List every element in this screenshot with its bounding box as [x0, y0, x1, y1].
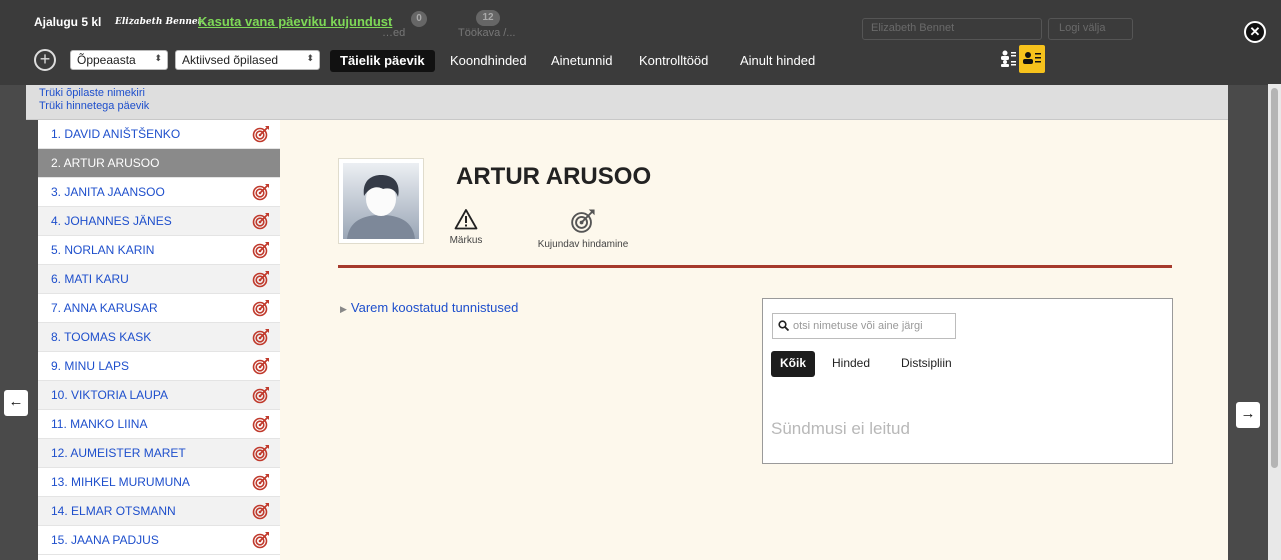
formative-assessment-button[interactable]: Kujundav hindamine	[521, 208, 645, 250]
target-dart-icon[interactable]	[252, 183, 270, 201]
events-panel: otsi nimetuse või aine järgi Kõik Hinded…	[762, 298, 1173, 464]
target-dart-icon[interactable]	[252, 444, 270, 462]
print-links-bar: Trüki õpilaste nimekiri Trüki hinnetega …	[26, 85, 1228, 120]
note-button[interactable]: Märkus	[441, 208, 491, 246]
arrow-right-icon[interactable]: →	[1236, 402, 1260, 428]
student-name: 12. AUMEISTER MARET	[51, 446, 186, 460]
old-layout-link[interactable]: Kasuta vana päeviku kujundust	[198, 14, 392, 29]
school-year-select[interactable]: Õppeaasta ⬍	[70, 50, 168, 70]
list-item[interactable]: 15. JAANA PADJUS	[38, 526, 280, 555]
student-detail-panel: ARTUR ARUSOO Märkus Kujundav hindamine ▶…	[280, 120, 1228, 560]
note-label: Märkus	[449, 235, 483, 246]
filter-grades[interactable]: Hinded	[823, 351, 879, 377]
page-title: ARTUR ARUSOO	[456, 163, 652, 190]
target-dart-icon[interactable]	[252, 270, 270, 288]
print-grades-diary-link[interactable]: Trüki hinnetega päevik	[39, 100, 149, 113]
student-name: 11. MANKO LIINA	[51, 417, 148, 431]
filter-discipline[interactable]: Distsipliin	[892, 351, 961, 377]
target-dart-icon	[571, 209, 595, 233]
search-input[interactable]: otsi nimetuse või aine järgi	[772, 313, 956, 339]
target-dart-icon[interactable]	[252, 415, 270, 433]
list-item[interactable]: 6. MATI KARU	[38, 265, 280, 294]
target-dart-icon[interactable]	[252, 473, 270, 491]
warning-triangle-icon	[454, 209, 478, 230]
no-events-message: Sündmusi ei leitud	[771, 419, 910, 438]
list-item[interactable]: 4. JOHANNES JÄNES	[38, 207, 280, 236]
search-icon	[778, 320, 789, 331]
student-name: 15. JAANA PADJUS	[51, 533, 159, 547]
section-divider	[338, 265, 1172, 268]
previous-certificates-label: Varem koostatud tunnistused	[350, 300, 519, 315]
student-name: 2. ARTUR ARUSOO	[51, 156, 160, 170]
filter-all[interactable]: Kõik	[771, 351, 816, 377]
target-dart-icon[interactable]	[252, 212, 270, 230]
select-arrows-icon: ⬍	[306, 53, 314, 63]
list-item[interactable]: 14. ELMAR OTSMANN	[38, 497, 280, 526]
search-placeholder: otsi nimetuse või aine järgi	[793, 320, 923, 332]
student-name: 1. DAVID ANIŠTŠENKO	[51, 127, 181, 141]
target-dart-icon[interactable]	[252, 386, 270, 404]
formative-assessment-label: Kujundav hindamine	[537, 239, 629, 250]
student-name: 8. TOOMAS KASK	[51, 330, 152, 344]
card-view-icon[interactable]	[1019, 45, 1045, 73]
student-name: 13. MIHKEL MURUMUNA	[51, 475, 190, 489]
student-name: 9. MINU LAPS	[51, 359, 130, 373]
list-item[interactable]: 7. ANNA KARUSAR	[38, 294, 280, 323]
student-list: 1. DAVID ANIŠTŠENKO 2. ARTUR ARUSOO 3. J…	[38, 120, 280, 560]
list-item[interactable]: 5. NORLAN KARIN	[38, 236, 280, 265]
tab-tests[interactable]: Kontrolltööd	[629, 50, 718, 72]
journal-header: Ajalugu 5 kl Elizabeth Bennet. Kasuta va…	[26, 5, 1228, 87]
list-item[interactable]: 13. MIHKEL MURUMUNA	[38, 468, 280, 497]
target-dart-icon[interactable]	[252, 357, 270, 375]
target-dart-icon[interactable]	[252, 502, 270, 520]
target-dart-icon[interactable]	[252, 531, 270, 549]
add-icon[interactable]: +	[34, 49, 56, 71]
select-arrows-icon: ⬍	[154, 53, 162, 63]
list-item[interactable]: 9. MINU LAPS	[38, 352, 280, 381]
student-name: 4. JOHANNES JÄNES	[51, 214, 172, 228]
arrow-left-icon[interactable]: ←	[4, 390, 28, 416]
list-item[interactable]: 8. TOOMAS KASK	[38, 323, 280, 352]
student-name: 3. JANITA JAANSOO	[51, 185, 165, 199]
tab-summary-grades[interactable]: Koondhinded	[440, 50, 537, 72]
target-dart-icon[interactable]	[252, 328, 270, 346]
student-name: 7. ANNA KARUSAR	[51, 301, 158, 315]
scrollbar-thumb[interactable]	[1271, 88, 1278, 468]
tab-grades-only[interactable]: Ainult hinded	[730, 50, 825, 72]
list-item[interactable]: 11. MANKO LIINA	[38, 410, 280, 439]
tab-full-diary[interactable]: Täielik päevik	[330, 50, 435, 72]
student-name: 10. VIKTORIA LAUPA	[51, 388, 168, 402]
tab-lessons[interactable]: Ainetunnid	[541, 50, 622, 72]
list-item[interactable]: 1. DAVID ANIŠTŠENKO	[38, 120, 280, 149]
list-item[interactable]: 12. AUMEISTER MARET	[38, 439, 280, 468]
list-item[interactable]: 10. VIKTORIA LAUPA	[38, 381, 280, 410]
school-year-select-label: Õppeaasta	[77, 53, 136, 67]
print-student-list-link[interactable]: Trüki õpilaste nimekiri	[39, 87, 145, 100]
list-view-icon[interactable]	[1000, 49, 1016, 67]
previous-certificates-toggle[interactable]: ▶ Varem koostatud tunnistused	[340, 300, 518, 315]
avatar	[338, 158, 424, 244]
scrollbar[interactable]	[1268, 84, 1281, 560]
target-dart-icon[interactable]	[252, 299, 270, 317]
class-title: Ajalugu 5 kl	[34, 15, 102, 29]
student-name: 6. MATI KARU	[51, 272, 129, 286]
avatar-placeholder-icon	[343, 163, 419, 239]
expand-triangle-icon: ▶	[340, 304, 347, 314]
student-name: 5. NORLAN KARIN	[51, 243, 155, 257]
student-name: 14. ELMAR OTSMANN	[51, 504, 176, 518]
close-icon[interactable]: ✕	[1244, 21, 1266, 43]
target-dart-icon[interactable]	[252, 125, 270, 143]
students-filter-label: Aktiivsed õpilased	[182, 53, 279, 67]
list-item[interactable]: 2. ARTUR ARUSOO	[38, 149, 280, 178]
user-signature: Elizabeth Bennet.	[115, 17, 205, 27]
students-filter-select[interactable]: Aktiivsed õpilased ⬍	[175, 50, 320, 70]
target-dart-icon[interactable]	[252, 241, 270, 259]
list-item[interactable]: 3. JANITA JAANSOO	[38, 178, 280, 207]
